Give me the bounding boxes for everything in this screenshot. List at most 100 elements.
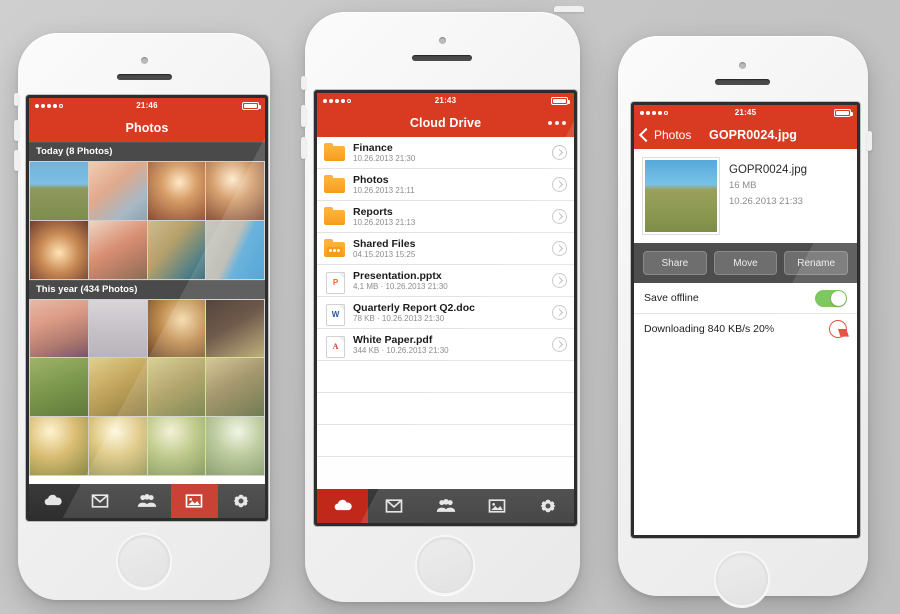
list-item[interactable]: Shared Files 04.15.2013 15:25 <box>317 233 574 265</box>
shared-folder-icon <box>324 238 346 260</box>
file-meta: 10.26.2013 21:30 <box>353 153 416 163</box>
file-meta: 04.15.2013 15:25 <box>353 249 416 259</box>
chevron-right-icon[interactable] <box>552 177 567 192</box>
save-offline-row[interactable]: Save offline <box>634 283 857 314</box>
mute-switch[interactable] <box>14 93 19 106</box>
photo-sections: Today (8 Photos) This year (434 Photos) <box>29 142 265 476</box>
volume-up-button[interactable] <box>301 105 306 127</box>
list-item[interactable]: Photos 10.26.2013 21:11 <box>317 169 574 201</box>
save-offline-toggle[interactable] <box>815 289 847 307</box>
photo-thumbnail[interactable] <box>30 220 88 279</box>
photo-thumbnail[interactable] <box>206 299 264 358</box>
save-offline-label: Save offline <box>644 292 699 304</box>
rename-button[interactable]: Rename <box>784 251 849 275</box>
front-camera <box>141 57 148 64</box>
back-button[interactable]: Photos <box>638 127 691 142</box>
tab-mail[interactable] <box>76 484 123 518</box>
chevron-right-icon[interactable] <box>552 273 567 288</box>
photo-thumbnail[interactable] <box>30 162 88 220</box>
tab-contacts[interactable] <box>123 484 170 518</box>
tab-photos[interactable] <box>471 489 522 523</box>
file-type-badge: P <box>326 271 345 294</box>
mail-icon <box>91 494 109 508</box>
file-name: Finance <box>353 141 393 154</box>
chevron-right-icon[interactable] <box>552 337 567 352</box>
photos-gallery-phone: 21:46 Photos Today (8 Photos) This year … <box>14 33 270 600</box>
cloud-drive-phone: 21:43 Cloud Drive Finance 10.26.2013 21:… <box>301 6 584 602</box>
list-item[interactable]: Finance 10.26.2013 21:30 <box>317 137 574 169</box>
people-icon <box>436 499 455 512</box>
file-name: GOPR0024.jpg <box>729 164 807 176</box>
volume-down-button[interactable] <box>14 150 19 171</box>
photo-thumbnail[interactable] <box>147 358 206 416</box>
chevron-right-icon[interactable] <box>552 241 567 256</box>
status-time: 21:43 <box>434 96 457 105</box>
download-progress-indicator[interactable] <box>829 320 849 338</box>
photo-thumbnail[interactable] <box>88 417 147 475</box>
list-item[interactable]: P Presentation.pptx 4,1 MB · 10.26.2013 … <box>317 265 574 297</box>
tab-settings[interactable] <box>218 484 265 518</box>
volume-up-button[interactable] <box>14 120 19 141</box>
file-date: 10.26.2013 21:33 <box>729 196 803 207</box>
page-title: Cloud Drive <box>409 115 482 130</box>
photo-thumbnail[interactable] <box>206 417 264 475</box>
status-bar: 21:43 <box>317 93 574 108</box>
file-name: White Paper.pdf <box>353 333 433 346</box>
photo-thumbnail[interactable] <box>147 299 206 358</box>
tab-bar <box>29 484 265 518</box>
list-item[interactable]: W Quarterly Report Q2.doc 78 KB · 10.26.… <box>317 297 574 329</box>
photo-thumbnail[interactable] <box>88 220 147 279</box>
nav-bar: Photos <box>29 113 265 142</box>
file-name: Shared Files <box>353 237 416 250</box>
file-meta: 78 KB · 10.26.2013 21:30 <box>353 313 445 323</box>
page-title: Photos <box>125 120 169 135</box>
photo-thumbnail[interactable] <box>147 220 206 279</box>
photo-thumbnail[interactable] <box>206 162 264 220</box>
cloud-icon <box>44 494 62 506</box>
tab-settings[interactable] <box>523 489 574 523</box>
more-dots-icon[interactable] <box>548 120 566 125</box>
photo-thumbnail[interactable] <box>88 299 147 358</box>
photo-thumbnail[interactable] <box>206 220 264 279</box>
photo-grid-this-year[interactable] <box>29 298 265 476</box>
chevron-right-icon[interactable] <box>552 145 567 160</box>
share-button[interactable]: Share <box>643 251 707 275</box>
tab-contacts[interactable] <box>420 489 471 523</box>
chevron-left-icon <box>638 127 654 142</box>
photo-thumbnail[interactable] <box>30 358 88 416</box>
tab-photos[interactable] <box>170 484 218 518</box>
volume-up-button[interactable] <box>867 131 872 151</box>
home-button[interactable] <box>714 551 770 607</box>
status-bar: 21:45 <box>634 105 857 120</box>
earpiece-speaker <box>715 79 770 85</box>
file-list[interactable]: Finance 10.26.2013 21:30 Photos 10.26.20… <box>317 137 574 489</box>
pdf-icon: A <box>324 334 346 358</box>
tab-cloud[interactable] <box>29 484 76 518</box>
chevron-right-icon[interactable] <box>552 209 567 224</box>
download-status-label: Downloading 840 KB/s 20% <box>644 323 775 335</box>
photo-thumbnail[interactable] <box>147 162 206 220</box>
list-item[interactable]: A White Paper.pdf 344 KB · 10.26.2013 21… <box>317 329 574 361</box>
list-item[interactable]: Reports 10.26.2013 21:13 <box>317 201 574 233</box>
earpiece-speaker <box>117 74 172 80</box>
home-button[interactable] <box>415 535 475 595</box>
photo-thumbnail[interactable] <box>88 358 147 416</box>
photo-thumbnail[interactable] <box>147 417 206 475</box>
home-button[interactable] <box>116 533 172 589</box>
photo-icon <box>185 494 203 508</box>
status-bar: 21:46 <box>29 98 265 113</box>
photo-thumbnail[interactable] <box>206 358 264 416</box>
move-button[interactable]: Move <box>713 251 778 275</box>
folder-icon <box>324 206 346 228</box>
chevron-right-icon[interactable] <box>552 305 567 320</box>
power-button[interactable] <box>554 6 584 12</box>
photo-grid-today[interactable] <box>29 161 265 280</box>
tab-cloud[interactable] <box>317 489 369 523</box>
mute-switch[interactable] <box>301 76 306 90</box>
volume-down-button[interactable] <box>301 137 306 159</box>
photo-thumbnail[interactable] <box>30 417 88 475</box>
file-preview-thumbnail[interactable] <box>643 158 719 234</box>
photo-thumbnail[interactable] <box>88 162 147 220</box>
photo-thumbnail[interactable] <box>30 299 88 358</box>
tab-mail[interactable] <box>368 489 419 523</box>
